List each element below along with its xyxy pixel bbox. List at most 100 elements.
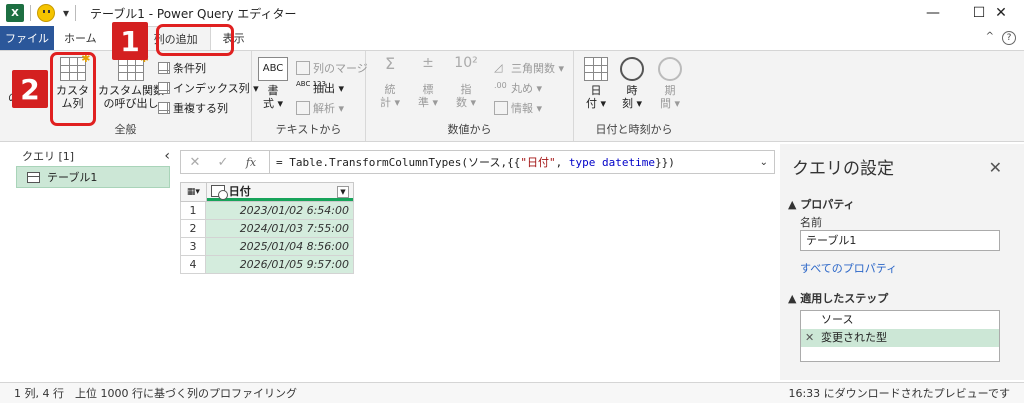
button-label: 指 数 ▾ <box>455 83 477 109</box>
divider <box>30 5 31 21</box>
group-label: 日付と時刻から <box>595 123 673 136</box>
rounding-button[interactable]: .00 丸め ▾ <box>494 79 542 97</box>
merge-columns-button[interactable]: 列のマージ <box>296 59 368 77</box>
expand-formula-icon[interactable]: ⌄ <box>760 157 768 168</box>
formula-suffix: }}) <box>654 156 675 169</box>
table-cell[interactable]: 2024/01/03 7:55:00 <box>206 220 354 238</box>
settings-title: クエリの設定 <box>792 159 894 179</box>
fx-icon[interactable]: fx <box>237 156 265 169</box>
column-header[interactable]: 日付 ▼ <box>206 183 353 201</box>
tab-home[interactable]: ホーム <box>54 26 107 50</box>
row-index[interactable]: 3 <box>180 238 206 256</box>
help-icon[interactable]: ? <box>1002 31 1016 45</box>
table-row: 2 2024/01/03 7:55:00 <box>180 220 354 238</box>
formula-mid: , <box>555 156 569 169</box>
information-button[interactable]: 情報 ▾ <box>494 99 542 117</box>
feedback-smiley-icon[interactable] <box>37 4 55 22</box>
button-label: カスタム関数 の呼び出し <box>98 84 164 110</box>
collapse-queries-icon[interactable]: ‹ <box>164 148 170 164</box>
cancel-formula-icon[interactable]: ✕ <box>181 155 209 170</box>
step-label: 変更された型 <box>821 331 887 344</box>
formula-string: "日付" <box>520 156 556 169</box>
step-item[interactable]: ソース <box>801 311 999 329</box>
applied-steps-list: ソース ✕ 変更された型 <box>800 310 1000 362</box>
confirm-formula-icon[interactable]: ✓ <box>209 155 237 170</box>
parse-button[interactable]: 解析 ▾ <box>296 99 344 117</box>
column-header-label: 日付 <box>228 184 251 198</box>
duplicate-column-button[interactable]: 重複する列 <box>158 99 228 117</box>
tab-file[interactable]: ファイル <box>0 26 54 50</box>
row-index[interactable]: 4 <box>180 256 206 274</box>
group-label: テキストから <box>275 123 342 136</box>
button-label: 統 計 ▾ <box>379 83 401 109</box>
quick-access-menu-icon[interactable]: ▾ <box>63 6 69 20</box>
datetime-type-icon[interactable] <box>210 184 228 200</box>
highlight-custom-column <box>50 52 96 126</box>
query-name-input[interactable]: テーブル1 <box>800 230 1000 251</box>
table-row: 3 2025/01/04 8:56:00 <box>180 238 354 256</box>
button-label: 丸め ▾ <box>511 82 543 95</box>
group-label: 全般 <box>114 123 137 136</box>
table-cell[interactable]: 2026/01/05 9:57:00 <box>206 256 354 274</box>
minimize-button[interactable]: — <box>910 0 956 26</box>
duration-button[interactable]: 期 間 ▾ <box>658 57 682 110</box>
step-item[interactable]: ✕ 変更された型 <box>801 329 999 347</box>
all-properties-link[interactable]: すべてのプロパティ <box>800 260 897 276</box>
step-badge-1: 1 <box>112 22 148 60</box>
applied-steps-header[interactable]: ▲ 適用したステップ <box>788 290 888 306</box>
formula-prefix: = Table.TransformColumnTypes(ソース,{{ <box>276 156 521 169</box>
row-index[interactable]: 2 <box>180 220 206 238</box>
collapse-ribbon-icon[interactable]: ^ <box>986 31 994 42</box>
conditional-column-icon <box>158 62 170 74</box>
ribbon-group-number: Σ 統 計 ▾ ± 標 準 ▾ 10² 指 数 ▾ ◿ 三角関数 ▾ .00 丸… <box>366 51 574 141</box>
table-menu-icon[interactable]: ▦▾ <box>181 183 207 201</box>
statistics-button[interactable]: Σ 統 計 ▾ <box>378 56 402 110</box>
table-cell[interactable]: 2023/01/02 6:54:00 <box>206 202 354 220</box>
date-button[interactable]: 日 付 ▾ <box>584 57 608 110</box>
button-label: 解析 ▾ <box>313 102 345 115</box>
query-item[interactable]: テーブル1 <box>16 166 170 188</box>
scientific-icon: 10² <box>454 55 478 71</box>
delete-step-icon[interactable]: ✕ <box>805 329 814 347</box>
step-badge-2: 2 <box>12 70 48 108</box>
rounding-icon: .00 <box>494 81 507 90</box>
close-settings-icon[interactable]: ✕ <box>989 158 1002 177</box>
trigonometry-button[interactable]: ◿ 三角関数 ▾ <box>494 59 564 77</box>
highlight-add-column-tab <box>156 24 234 56</box>
title-bar: X ▾ テーブル1 - Power Query エディター <box>0 0 1024 26</box>
invoke-custom-function-button[interactable]: カスタム関数 の呼び出し <box>98 52 164 110</box>
conditional-column-button[interactable]: 条件列 <box>158 59 206 77</box>
index-column-button[interactable]: インデックス列 ▾ <box>158 79 259 97</box>
group-label: 数値から <box>447 123 492 136</box>
standard-button[interactable]: ± 標 準 ▾ <box>416 56 440 109</box>
information-icon <box>494 101 508 115</box>
divider <box>75 5 77 21</box>
text-format-icon: ABC <box>258 57 288 81</box>
filter-dropdown-icon[interactable]: ▼ <box>337 186 349 198</box>
divider <box>269 150 270 174</box>
button-label: 抽出 ▾ <box>313 82 345 95</box>
extract-icon: ABC 123 <box>296 80 326 88</box>
merge-columns-icon <box>296 61 310 75</box>
button-label: 情報 ▾ <box>511 102 543 115</box>
table-cell[interactable]: 2025/01/04 8:56:00 <box>206 238 354 256</box>
formula-input[interactable]: = Table.TransformColumnTypes(ソース,{{"日付",… <box>276 154 675 170</box>
ribbon-tabs: ファイル ホーム 列の追加 表示 <box>0 26 1024 50</box>
button-label: 書 式 ▾ <box>262 84 284 110</box>
query-settings-pane: クエリの設定 ✕ ▲ プロパティ 名前 テーブル1 すべてのプロパティ ▲ 適用… <box>780 144 1024 380</box>
button-label: 条件列 <box>173 62 206 75</box>
function-icon <box>118 52 149 81</box>
extract-button[interactable]: ABC 123 抽出 ▾ <box>296 79 344 97</box>
ribbon-group-datetime: 日 付 ▾ 時 刻 ▾ 期 間 ▾ 日付と時刻から <box>574 51 694 141</box>
time-button[interactable]: 時 刻 ▾ <box>620 57 644 110</box>
parse-icon <box>296 101 310 115</box>
status-bar: 1 列, 4 行 上位 1000 行に基づく列のプロファイリング 16:33 に… <box>0 382 1024 403</box>
calendar-icon <box>584 57 608 81</box>
scientific-button[interactable]: 10² 指 数 ▾ <box>454 55 478 109</box>
properties-header[interactable]: ▲ プロパティ <box>788 196 855 212</box>
button-label: インデックス列 ▾ <box>173 82 259 95</box>
button-label: 重複する列 <box>173 102 228 115</box>
format-button[interactable]: ABC 書 式 ▾ <box>258 57 288 110</box>
row-index[interactable]: 1 <box>180 202 206 220</box>
close-button[interactable]: ✕ <box>978 0 1024 26</box>
